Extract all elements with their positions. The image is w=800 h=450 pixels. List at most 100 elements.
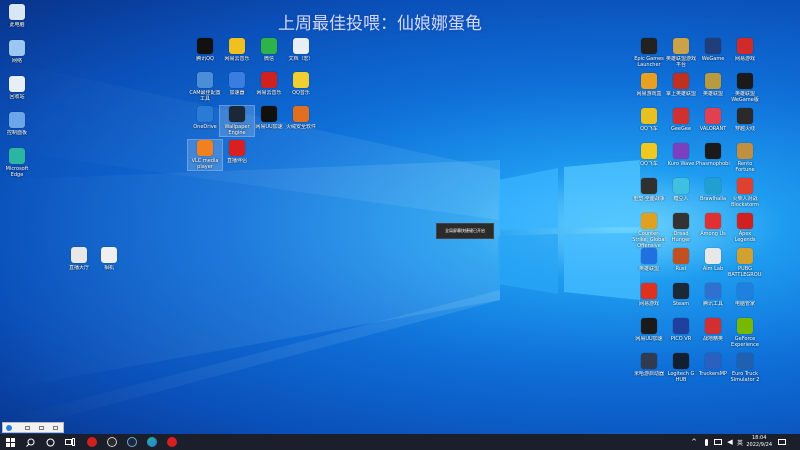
desktop-icon[interactable]: 微信 <box>252 38 286 62</box>
desktop-icon[interactable]: 此电脑 <box>0 4 34 28</box>
desktop-icon[interactable]: VALORANT <box>696 108 730 132</box>
app-icon <box>737 38 753 54</box>
desktop-icon[interactable]: 文档（宏） <box>284 38 318 62</box>
desktop-icon[interactable]: Euro Truck Simulator 2 <box>728 353 762 383</box>
desktop-icon[interactable]: QQ音乐 <box>284 72 318 96</box>
desktop-icon[interactable]: Logitech G HUB <box>664 353 698 383</box>
notification-center-button[interactable] <box>774 434 790 450</box>
desktop-icon[interactable]: 英雄联盟游戏平台 <box>664 38 698 68</box>
minimized-window-thumbnail[interactable] <box>2 422 64 433</box>
desktop-icon[interactable]: Phasmophobia <box>696 143 730 167</box>
desktop-icon[interactable]: 英雄联盟 <box>632 248 666 272</box>
desktop-icon[interactable]: Counter-Strike: Global Offensive <box>632 213 666 249</box>
app-icon <box>641 143 657 159</box>
desktop-icon[interactable]: Among Us <box>696 213 730 237</box>
desktop-icon[interactable]: 网易云音乐 <box>252 72 286 96</box>
taskbar-app-steam[interactable] <box>124 434 140 450</box>
desktop-icon[interactable]: 火柴人对战Blockstorm <box>728 178 762 208</box>
desktop-icon[interactable]: CAM最佳配置工具 <box>188 72 222 102</box>
taskbar-app-netease-music[interactable] <box>84 434 100 450</box>
desktop-icon-label: 火绒安全软件 <box>285 124 316 130</box>
desktop-icon[interactable]: QQ飞车 <box>632 143 666 167</box>
desktop-icon[interactable]: 控制面板 <box>0 112 34 136</box>
desktop-icon-label: 腾讯工具 <box>702 301 723 307</box>
desktop-icon[interactable]: 网易UU加速 <box>632 318 666 342</box>
maximize-icon[interactable] <box>39 426 44 430</box>
steam-icon <box>127 437 137 447</box>
desktop-icon-label: 网易游戏盒 <box>636 91 662 97</box>
desktop-icon[interactable]: PICO VR <box>664 318 698 342</box>
desktop-icon[interactable]: PUBG BATTLEGROUNDS <box>728 248 762 278</box>
cortana-button[interactable] <box>42 434 58 450</box>
notification-icon <box>778 439 786 445</box>
desktop-icon-label: QQ飞车 <box>640 126 658 132</box>
desktop-icon[interactable]: 网易云音乐 <box>220 38 254 62</box>
desktop-icon[interactable]: Brawlhalla <box>696 178 730 202</box>
app-icon <box>705 248 721 264</box>
desktop-icon[interactable]: GeForce Experience <box>728 318 762 348</box>
app-icon <box>673 283 689 299</box>
desktop-icon[interactable]: 米哈游启动器 <box>632 353 666 377</box>
search-button[interactable] <box>22 434 38 450</box>
desktop-icon[interactable]: WeGame <box>696 38 730 62</box>
desktop-icon[interactable]: 战地精英 <box>696 318 730 342</box>
desktop-icon[interactable]: 电脑管家 <box>728 283 762 307</box>
chevron-up-icon: ^ <box>691 438 697 446</box>
close-icon[interactable] <box>53 426 58 430</box>
desktop-icon[interactable]: Aim Lab <box>696 248 730 272</box>
taskbar-app-live[interactable] <box>164 434 180 450</box>
desktop-icon[interactable]: 腾讯工具 <box>696 283 730 307</box>
app-icon <box>261 38 277 54</box>
desktop-icon[interactable]: GeeGee <box>664 108 698 132</box>
desktop-icon-label: 网络 <box>11 58 22 64</box>
desktop-icon[interactable]: 回收站 <box>0 76 34 100</box>
desktop-icon[interactable]: 重塑·全面战争 <box>632 178 666 202</box>
desktop-icon[interactable]: 加速器 <box>220 72 254 96</box>
desktop-icon[interactable]: 直播大厅 <box>62 247 96 271</box>
desktop-icon[interactable]: Apex Legends <box>728 213 762 243</box>
taskbar-app-obs[interactable] <box>104 434 120 450</box>
desktop-icon[interactable]: OneDrive <box>188 106 222 130</box>
desktop-icon[interactable]: VLC media player <box>187 139 223 171</box>
desktop-icon[interactable]: 直播伴侣 <box>220 140 254 164</box>
desktop-icon-label: 网易云音乐 <box>256 90 282 96</box>
desktop-icon-label: 糖豆人 <box>673 196 689 202</box>
app-icon <box>229 38 245 54</box>
task-view-button[interactable] <box>62 434 78 450</box>
desktop-icon-label: OneDrive <box>193 124 217 130</box>
taskbar-app-edge[interactable] <box>144 434 160 450</box>
desktop-icon[interactable]: Dread Hunger <box>664 213 698 243</box>
taskbar-clock[interactable]: 18:04 2022/9/24 <box>746 435 772 449</box>
app-icon <box>6 425 12 431</box>
desktop-icon[interactable]: 英雄联盟WeGame版 <box>728 73 762 103</box>
desktop-icon-label: Logitech G HUB <box>667 371 695 383</box>
desktop-icon[interactable]: Wallpaper Engine <box>219 105 255 137</box>
desktop-icon[interactable]: Epic Games Launcher <box>632 38 666 68</box>
obs-icon <box>107 437 117 447</box>
desktop-icon[interactable]: TruckersMP <box>696 353 730 377</box>
minimize-icon[interactable] <box>25 426 30 430</box>
desktop-icon[interactable]: 网络 <box>0 40 34 64</box>
desktop-icon[interactable]: 网易UU加速 <box>252 106 286 130</box>
desktop-icon[interactable]: 火绒安全软件 <box>284 106 318 130</box>
desktop-icon[interactable]: Steam <box>664 283 698 307</box>
desktop-icon[interactable]: 糖豆人 <box>664 178 698 202</box>
desktop-icon[interactable]: 掌上英雄联盟 <box>664 73 698 97</box>
desktop-icon[interactable]: Kuro Wave <box>664 143 698 167</box>
desktop-icon[interactable]: Rust <box>664 248 698 272</box>
desktop-icon[interactable]: 网易游戏 <box>632 283 666 307</box>
desktop-icon[interactable]: Microsoft Edge <box>0 148 34 178</box>
desktop-icon-label: Rust <box>675 266 687 272</box>
desktop-icon[interactable]: QQ飞车 <box>632 108 666 132</box>
notification-toast: 全局屏幕快捷键已开启 <box>436 223 494 239</box>
start-button[interactable] <box>2 434 18 450</box>
desktop-icon[interactable]: 腾讯QQ <box>188 38 222 62</box>
desktop-icon-label: Aim Lab <box>702 266 724 272</box>
desktop-icon[interactable]: 英雄联盟 <box>696 73 730 97</box>
app-icon <box>261 106 277 122</box>
desktop-icon[interactable]: 相机 <box>92 247 126 271</box>
desktop-icon[interactable]: 网易游戏 <box>728 38 762 62</box>
desktop-icon[interactable]: 网易游戏盒 <box>632 73 666 97</box>
desktop-icon[interactable]: Rento Fortune <box>728 143 762 173</box>
desktop-icon[interactable]: 穿越火线 <box>728 108 762 132</box>
